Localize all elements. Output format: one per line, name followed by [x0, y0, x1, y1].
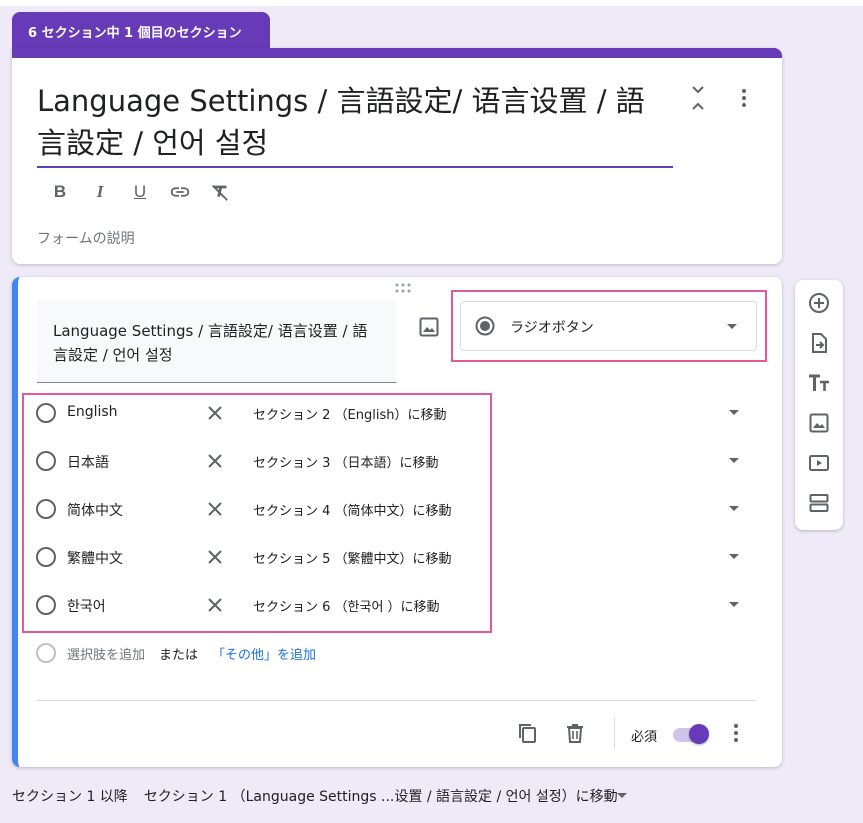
question-type-label: ラジオボタン — [510, 320, 594, 336]
goto-section-label[interactable]: セクション 4 （简体中文）に移動 — [253, 500, 452, 519]
form-header-card: Language Settings / 言語設定/ 语言设置 / 語言設定 / … — [12, 48, 782, 264]
goto-section-label[interactable]: セクション 2 （English）に移動 — [253, 404, 446, 423]
floating-toolbar — [795, 280, 843, 530]
option-row: 简体中文 セクション 4 （简体中文）に移動 — [34, 489, 774, 529]
trash-icon[interactable] — [563, 721, 587, 745]
required-toggle[interactable] — [671, 723, 711, 745]
question-type-select[interactable]: ラジオボタン — [460, 301, 757, 351]
close-icon[interactable] — [204, 546, 226, 568]
close-icon[interactable] — [204, 450, 226, 472]
dropdown-arrow-icon[interactable] — [728, 407, 740, 419]
link-icon[interactable] — [168, 180, 192, 204]
add-other-link[interactable]: 「その他」を追加 — [212, 644, 316, 663]
video-icon[interactable] — [807, 451, 831, 475]
image-icon[interactable] — [807, 411, 831, 435]
option-row: 한국어 セクション 6 （한국어 ）に移動 — [34, 585, 774, 625]
add-option-row: 選択肢を追加 または 「その他」を追加 — [34, 637, 534, 667]
collapse-icon[interactable] — [686, 84, 710, 112]
add-circle-icon[interactable] — [807, 291, 831, 315]
link-svg — [170, 187, 190, 197]
dropdown-arrow-icon[interactable] — [728, 599, 740, 611]
drag-handle-icon[interactable] — [394, 283, 412, 293]
required-label: 必須 — [631, 730, 658, 745]
option-row: English セクション 2 （English）に移動 — [34, 393, 774, 433]
radio-checked-icon — [475, 316, 495, 336]
close-icon[interactable] — [204, 594, 226, 616]
add-option-input[interactable]: 選択肢を追加 — [67, 644, 145, 663]
option-label[interactable]: English — [67, 404, 118, 420]
question-card: Language Settings / 言語設定/ 语言设置 / 語言設定 / … — [12, 277, 782, 767]
question-title-input[interactable]: Language Settings / 言語設定/ 语言设置 / 語言設定 / … — [37, 301, 396, 383]
close-icon[interactable] — [204, 498, 226, 520]
radio-icon — [36, 547, 56, 567]
underline-glyph: U — [133, 182, 147, 201]
radio-icon — [36, 403, 56, 423]
after-section-label: セクション 1 以降 — [12, 789, 128, 805]
image-icon[interactable] — [417, 315, 441, 339]
divider — [614, 717, 615, 749]
option-label[interactable]: 简体中文 — [67, 500, 123, 520]
section-icon[interactable] — [807, 491, 831, 515]
radio-icon — [36, 643, 56, 663]
radio-icon — [36, 595, 56, 615]
bold-glyph: B — [53, 182, 67, 201]
more-vert-icon[interactable] — [724, 721, 748, 745]
underline-icon[interactable]: U — [128, 180, 152, 204]
question-title: Language Settings / 言語設定/ 语言设置 / 語言設定 / … — [53, 322, 368, 364]
title-icon[interactable] — [807, 371, 831, 395]
radio-icon — [36, 451, 56, 471]
goto-section-label[interactable]: セクション 6 （한국어 ）に移動 — [253, 596, 440, 615]
dropdown-arrow-icon[interactable] — [728, 551, 740, 563]
top-strip — [0, 0, 863, 6]
or-label: または — [159, 648, 199, 663]
option-label[interactable]: 日本語 — [67, 452, 109, 472]
close-icon[interactable] — [204, 402, 226, 424]
import-icon[interactable] — [807, 331, 831, 355]
dropdown-arrow-icon[interactable] — [616, 790, 628, 802]
after-section-goto[interactable]: セクション 1 （Language Settings ...设置 / 語言設定 … — [144, 789, 618, 805]
section-tab: 6 セクション中 1 個目のセクション — [12, 12, 270, 48]
toggle-knob — [689, 724, 709, 744]
dropdown-arrow-icon — [727, 324, 737, 329]
italic-icon[interactable]: I — [88, 180, 112, 204]
dropdown-arrow-icon[interactable] — [728, 455, 740, 467]
copy-icon[interactable] — [515, 721, 539, 745]
italic-glyph: I — [96, 182, 104, 201]
formatting-toolbar: B I U — [48, 180, 232, 208]
dropdown-arrow-icon[interactable] — [728, 503, 740, 515]
radio-icon — [36, 499, 56, 519]
option-row: 繁體中文 セクション 5 （繁體中文）に移動 — [34, 537, 774, 577]
goto-section-label[interactable]: セクション 3 （日本語）に移動 — [253, 452, 439, 471]
after-section-row: セクション 1 以降 セクション 1 （Language Settings ...… — [12, 786, 618, 806]
option-label[interactable]: 한국어 — [67, 596, 106, 616]
divider — [37, 700, 757, 701]
more-vert-icon[interactable] — [732, 86, 756, 110]
goto-section-label[interactable]: セクション 5 （繁體中文）に移動 — [253, 548, 452, 567]
bold-icon[interactable]: B — [48, 180, 72, 204]
option-label[interactable]: 繁體中文 — [67, 548, 123, 568]
option-row: 日本語 セクション 3 （日本語）に移動 — [34, 441, 774, 481]
clear-format-icon[interactable] — [208, 180, 232, 204]
form-title[interactable]: Language Settings / 言語設定/ 语言设置 / 語言設定 / … — [37, 80, 673, 168]
form-description[interactable]: フォームの説明 — [37, 228, 135, 248]
clear-format-svg — [212, 184, 228, 201]
